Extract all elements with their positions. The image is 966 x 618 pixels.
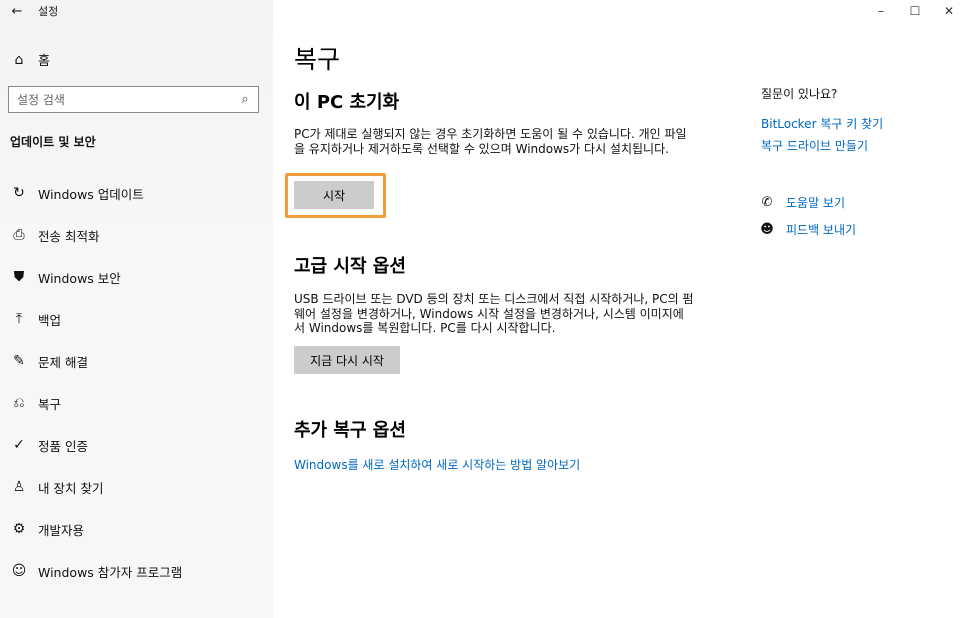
person-location-icon: ♙ bbox=[12, 479, 26, 495]
page-title: 복구 bbox=[294, 45, 341, 74]
sync-icon: ↻ bbox=[13, 185, 25, 201]
window-title: 설정 bbox=[38, 5, 59, 18]
bitlocker-key-link[interactable]: BitLocker 복구 키 찾기 bbox=[761, 115, 883, 132]
sidebar-item-label: 홈 bbox=[38, 54, 50, 69]
fresh-install-link[interactable]: Windows를 새로 설치하여 새로 시작하는 방법 알아보기 bbox=[294, 456, 580, 473]
insider-icon: ☺ bbox=[11, 563, 27, 579]
sidebar-item-label: Windows 보안 bbox=[38, 270, 121, 286]
sidebar-item-label: 정품 인증 bbox=[38, 438, 88, 454]
get-help-label: 도움말 보기 bbox=[786, 196, 846, 210]
sidebar-item-label: 문제 해결 bbox=[38, 354, 88, 370]
delivery-optimization-icon: ⎙ bbox=[13, 227, 25, 243]
reset-start-button[interactable]: 시작 bbox=[294, 181, 374, 209]
back-arrow-icon: ← bbox=[11, 3, 23, 19]
sidebar-item-backup[interactable]: ⤒ 백업 bbox=[0, 298, 273, 340]
reset-heading: 이 PC 초기화 bbox=[294, 92, 400, 113]
sidebar-item-label: 복구 bbox=[38, 396, 62, 412]
more-recovery-heading: 추가 복구 옵션 bbox=[294, 420, 406, 441]
sidebar-item-label: 개발자용 bbox=[38, 522, 85, 538]
get-help-link[interactable]: ✆ 도움말 보기 bbox=[758, 194, 845, 211]
sidebar-item-home[interactable]: ⌂ 홈 bbox=[10, 50, 50, 70]
maximize-button[interactable]: ☐ bbox=[898, 4, 932, 18]
give-feedback-label: 피드백 보내기 bbox=[786, 223, 857, 237]
shield-icon: ⛊ bbox=[13, 269, 25, 285]
close-button[interactable]: ✕ bbox=[932, 4, 966, 18]
window-controls: – ☐ ✕ bbox=[864, 0, 966, 22]
sidebar-item-recovery[interactable]: ⎌ 복구 bbox=[0, 382, 273, 424]
sidebar-item-activation[interactable]: ✓ 정품 인증 bbox=[0, 424, 273, 466]
sidebar-item-label: Windows 업데이트 bbox=[38, 186, 144, 202]
developer-icon: ⚙ bbox=[12, 521, 26, 537]
back-button[interactable]: ← bbox=[0, 0, 34, 22]
sidebar-item-delivery-optimization[interactable]: ⎙ 전송 최적화 bbox=[0, 214, 273, 256]
sidebar-item-insider-program[interactable]: ☺ Windows 참가자 프로그램 bbox=[0, 550, 273, 592]
questions-title: 질문이 있나요? bbox=[761, 87, 838, 101]
home-icon: ⌂ bbox=[14, 51, 24, 68]
wrench-icon: ✎ bbox=[13, 353, 25, 369]
feedback-icon: ☻ bbox=[760, 222, 774, 237]
section-label: 업데이트 및 보안 bbox=[10, 135, 96, 149]
search-icon[interactable]: ⌕ bbox=[232, 92, 258, 107]
sidebar-item-troubleshoot[interactable]: ✎ 문제 해결 bbox=[0, 340, 273, 382]
backup-icon: ⤒ bbox=[15, 311, 23, 327]
advanced-startup-description: USB 드라이브 또는 DVD 등의 장치 또는 디스크에서 직접 시작하거나,… bbox=[294, 292, 694, 335]
recovery-icon: ⎌ bbox=[13, 395, 25, 411]
sidebar-item-label: 백업 bbox=[38, 312, 62, 328]
sidebar-item-windows-security[interactable]: ⛊ Windows 보안 bbox=[0, 256, 273, 298]
restart-now-button[interactable]: 지금 다시 시작 bbox=[294, 346, 400, 374]
sidebar-item-find-my-device[interactable]: ♙ 내 장치 찾기 bbox=[0, 466, 273, 508]
check-circle-icon: ✓ bbox=[13, 437, 25, 453]
sidebar-item-label: 전송 최적화 bbox=[38, 228, 100, 244]
advanced-startup-heading: 고급 시작 옵션 bbox=[294, 256, 406, 277]
sidebar-nav: ↻ Windows 업데이트 ⎙ 전송 최적화 ⛊ Windows 보안 ⤒ 백… bbox=[0, 172, 273, 592]
reset-description: PC가 제대로 실행되지 않는 경우 초기화하면 도움이 될 수 있습니다. 개… bbox=[294, 127, 687, 156]
give-feedback-link[interactable]: ☻ 피드백 보내기 bbox=[758, 221, 856, 238]
create-recovery-drive-link[interactable]: 복구 드라이브 만들기 bbox=[761, 137, 868, 154]
titlebar: ← 설정 bbox=[0, 0, 273, 22]
sidebar-item-for-developers[interactable]: ⚙ 개발자용 bbox=[0, 508, 273, 550]
help-chat-icon: ✆ bbox=[761, 195, 773, 210]
minimize-button[interactable]: – bbox=[864, 4, 898, 18]
search-input[interactable] bbox=[9, 87, 232, 112]
search-box: ⌕ bbox=[8, 86, 259, 113]
sidebar-item-label: Windows 참가자 프로그램 bbox=[38, 564, 183, 580]
sidebar-item-label: 내 장치 찾기 bbox=[38, 480, 104, 496]
sidebar-item-windows-update[interactable]: ↻ Windows 업데이트 bbox=[0, 172, 273, 214]
sidebar: ← 설정 ⌂ 홈 ⌕ 업데이트 및 보안 ↻ Windows 업데이트 ⎙ 전송… bbox=[0, 0, 273, 618]
